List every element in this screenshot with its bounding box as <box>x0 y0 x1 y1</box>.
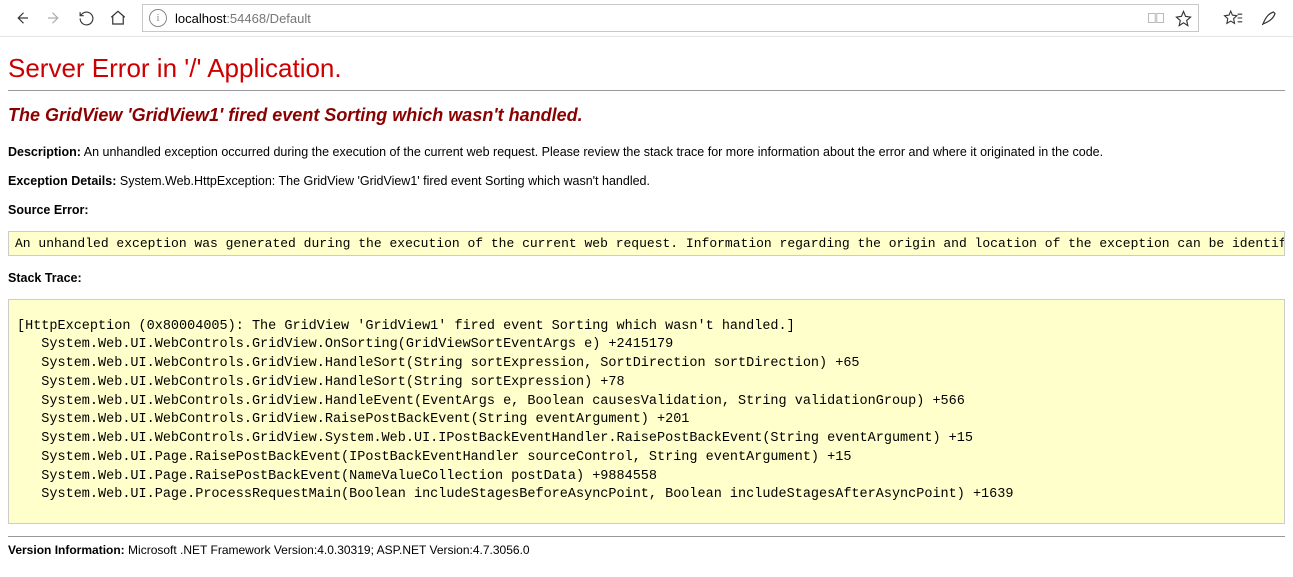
back-button[interactable] <box>6 2 38 34</box>
forward-button[interactable] <box>38 2 70 34</box>
description-label: Description: <box>8 145 81 159</box>
description-text: An unhandled exception occurred during t… <box>84 145 1103 159</box>
error-page: Server Error in '/' Application. The Gri… <box>0 37 1293 573</box>
home-icon <box>109 9 127 27</box>
reading-view-icon[interactable] <box>1147 11 1165 25</box>
refresh-icon <box>78 10 95 27</box>
home-button[interactable] <box>102 2 134 34</box>
browser-toolbar: i localhost:54468/Default <box>0 0 1293 37</box>
arrow-right-icon <box>45 9 63 27</box>
exception-details-label: Exception Details: <box>8 174 116 188</box>
pen-icon <box>1260 9 1278 27</box>
source-error-block: Source Error: <box>8 202 1285 219</box>
divider-bottom <box>8 536 1285 537</box>
page-title: Server Error in '/' Application. <box>8 53 1285 84</box>
favorite-icon[interactable] <box>1175 10 1192 27</box>
arrow-left-icon <box>13 9 31 27</box>
version-label: Version Information: <box>8 543 125 557</box>
favorites-hub-button[interactable] <box>1215 2 1251 34</box>
stack-trace-label: Stack Trace: <box>8 271 82 285</box>
source-error-label: Source Error: <box>8 203 89 217</box>
info-icon[interactable]: i <box>149 9 167 27</box>
version-text: Microsoft .NET Framework Version:4.0.303… <box>128 543 530 557</box>
error-subtitle: The GridView 'GridView1' fired event Sor… <box>8 105 1285 126</box>
favorites-hub-icon <box>1223 9 1243 27</box>
source-error-box: An unhandled exception was generated dur… <box>8 231 1285 256</box>
address-host: localhost <box>175 11 226 26</box>
exception-details-block: Exception Details: System.Web.HttpExcept… <box>8 173 1285 190</box>
address-text: localhost:54468/Default <box>175 11 1147 26</box>
exception-details-text: System.Web.HttpException: The GridView '… <box>120 174 650 188</box>
address-bar[interactable]: i localhost:54468/Default <box>142 4 1199 32</box>
divider <box>8 90 1285 91</box>
stack-trace-block: Stack Trace: <box>8 270 1285 287</box>
description-block: Description: An unhandled exception occu… <box>8 144 1285 161</box>
refresh-button[interactable] <box>70 2 102 34</box>
stack-trace-box: [HttpException (0x80004005): The GridVie… <box>8 299 1285 525</box>
notes-button[interactable] <box>1251 2 1287 34</box>
address-path: :54468/Default <box>226 11 311 26</box>
version-info: Version Information: Microsoft .NET Fram… <box>8 543 1285 557</box>
